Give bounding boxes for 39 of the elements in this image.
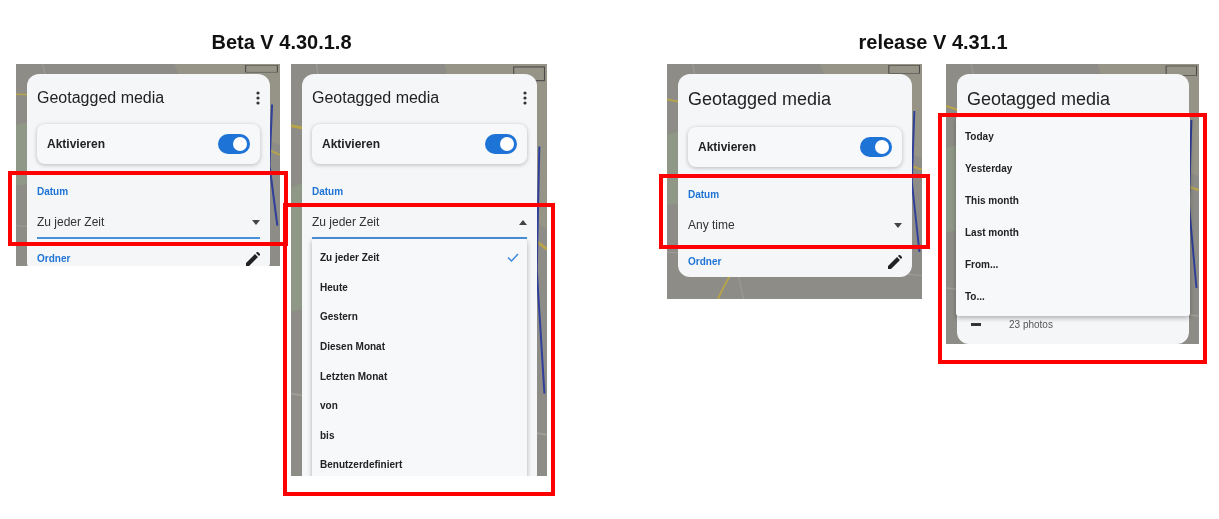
pencil-icon — [246, 251, 260, 266]
dialog-title: Geotagged media — [688, 88, 832, 111]
pencil-icon — [888, 254, 902, 269]
photo-count: 23 photos — [1009, 318, 1053, 332]
dialog-title: Geotagged media — [312, 88, 440, 108]
menu-item[interactable]: Today — [956, 120, 1190, 152]
section-heading: Beta V 4.30.1.8 — [210, 30, 353, 55]
menu-item[interactable]: Gestern — [312, 302, 527, 332]
menu-item[interactable]: To... — [956, 280, 1190, 312]
menu-item[interactable]: This month — [956, 184, 1190, 216]
toggle-label: Aktivieren — [698, 139, 757, 156]
dialog-title: Geotagged media — [37, 88, 165, 108]
more-icon[interactable] — [523, 91, 527, 105]
menu-item[interactable]: von — [312, 390, 527, 421]
field-label: Ordner — [37, 252, 71, 266]
more-icon[interactable] — [256, 91, 260, 105]
toggle-switch[interactable] — [485, 134, 517, 154]
menu-item[interactable]: From... — [956, 248, 1190, 280]
menu-item[interactable]: bis — [312, 420, 527, 451]
toggle-switch[interactable] — [218, 134, 250, 154]
menu-item[interactable]: Yesterday — [956, 152, 1190, 184]
menu-item[interactable]: Benutzerdefiniert — [312, 450, 527, 476]
date-dropdown[interactable]: Zu jeder Zeit — [37, 209, 260, 239]
menu-item[interactable]: Diesen Monat — [312, 331, 527, 362]
field-label: Datum — [312, 185, 344, 199]
menu-item[interactable]: Zu jeder Zeit — [312, 243, 527, 273]
section-heading: release V 4.31.1 — [857, 30, 1009, 55]
dialog-title: Geotagged media — [967, 88, 1111, 111]
field-label: Datum — [688, 188, 720, 202]
dash-icon — [971, 323, 981, 326]
toggle-label: Aktivieren — [47, 136, 106, 153]
toggle-switch[interactable] — [860, 137, 892, 157]
date-dropdown[interactable]: Any time — [688, 212, 902, 242]
menu-item[interactable]: Letzten Monat — [312, 361, 527, 391]
menu-item[interactable]: Heute — [312, 272, 527, 303]
menu-item[interactable]: Last month — [956, 216, 1190, 248]
field-label: Ordner — [688, 255, 722, 269]
toggle-label: Aktivieren — [322, 136, 381, 153]
field-label: Datum — [37, 185, 69, 199]
